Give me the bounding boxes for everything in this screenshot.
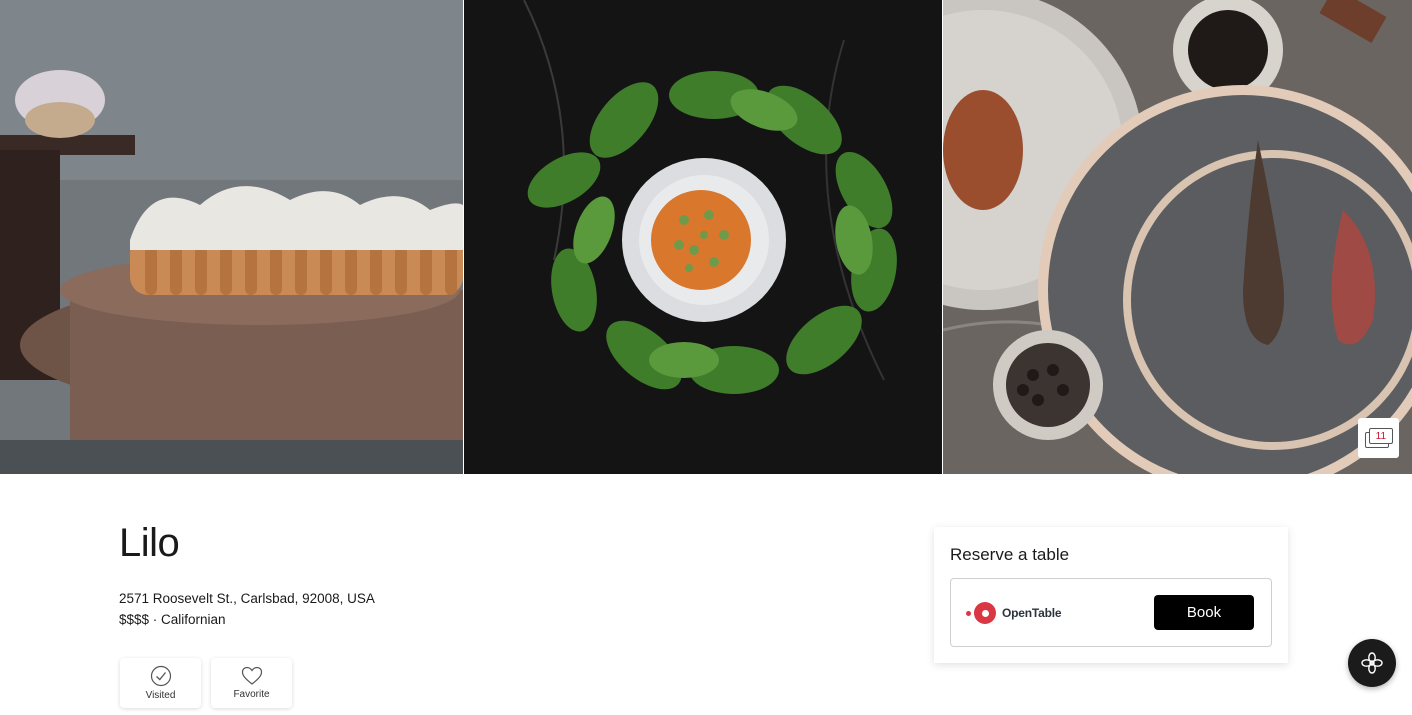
opentable-provider: OpenTable Book (950, 578, 1272, 647)
opentable-logo: OpenTable (966, 601, 1062, 625)
favorite-button[interactable]: Favorite (211, 658, 292, 708)
gallery-photo-plate[interactable] (463, 0, 943, 474)
dessert-photo-image (0, 0, 463, 474)
opentable-small-dot (966, 610, 971, 616)
reserve-title: Reserve a table (950, 545, 1070, 564)
visited-label: Visited (145, 690, 176, 701)
photo-gallery[interactable]: 11 (0, 0, 1412, 474)
gallery-count-button[interactable]: 11 (1358, 418, 1400, 458)
gallery-photo-dessert[interactable] (0, 0, 463, 474)
flower-icon (1361, 652, 1383, 674)
reserve-card: Reserve a table OpenTable Book (934, 527, 1288, 663)
restaurant-address: 2571 Roosevelt St., Carlsbad, 92008, USA (119, 591, 375, 606)
book-button[interactable]: Book (1154, 595, 1254, 630)
restaurant-name: Lilo (119, 521, 180, 565)
gallery-count-label: 11 (1368, 428, 1393, 444)
plate-photo-image (463, 0, 943, 474)
favorite-label: Favorite (233, 689, 270, 700)
photo-stack-icon: 11 (1364, 428, 1393, 448)
heart-icon (241, 666, 262, 685)
restaurant-price-cuisine: $$$$ · Californian (119, 612, 226, 627)
opentable-big-dot (974, 602, 996, 624)
opentable-name: OpenTable (1002, 606, 1062, 620)
gallery-photo-tasting[interactable]: 11 (943, 0, 1412, 474)
floating-action-button[interactable] (1348, 639, 1396, 687)
visited-button[interactable]: Visited (120, 658, 201, 708)
tasting-photo-image (943, 0, 1412, 474)
check-circle-icon (150, 665, 171, 687)
